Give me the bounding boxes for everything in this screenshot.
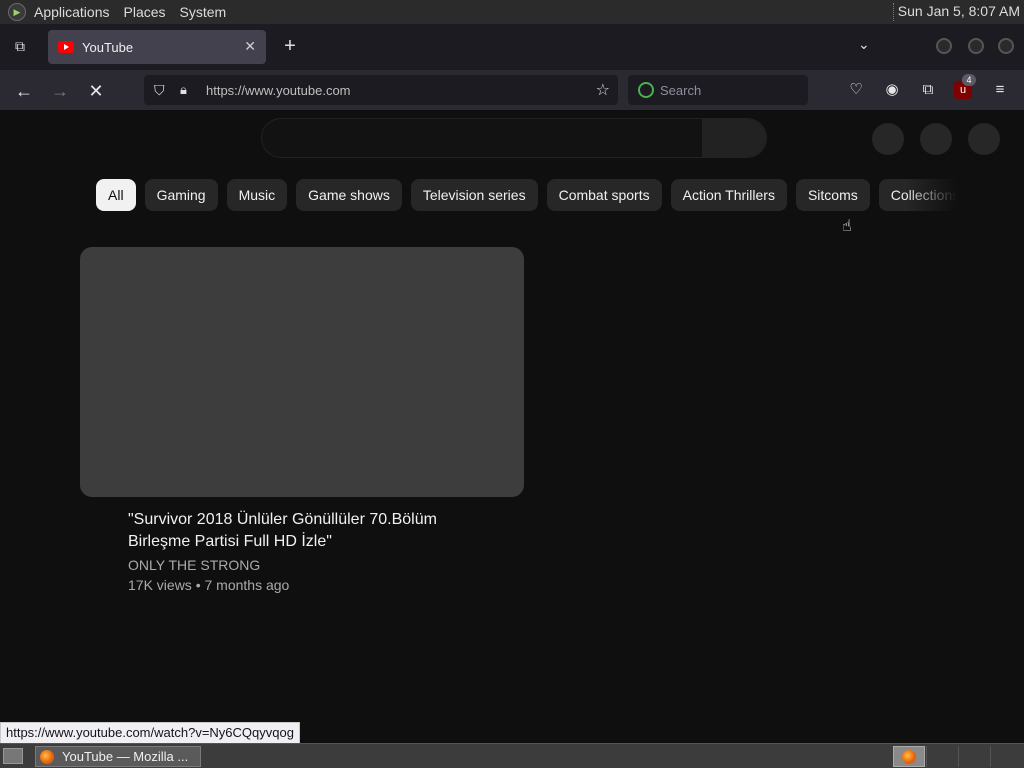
search-engine-icon[interactable] [638, 82, 654, 98]
youtube-page: All Gaming Music Game shows Television serie… [0, 110, 1024, 743]
new-tab-button[interactable]: + [280, 34, 300, 58]
show-desktop-icon[interactable] [3, 748, 23, 764]
chip-music[interactable]: Music [226, 179, 288, 211]
workspace-firefox-icon [902, 750, 916, 764]
youtube-search-button[interactable] [702, 119, 766, 157]
pocket-icon[interactable]: ♡ [845, 79, 867, 101]
tracking-shield-icon[interactable]: ⛉ [154, 82, 172, 99]
close-tab-icon[interactable]: ✕ [244, 38, 256, 55]
panel-separator [893, 3, 895, 21]
applications-menu[interactable]: Applications [34, 4, 110, 20]
search-placeholder: Search [660, 82, 702, 98]
placeholder-avatar[interactable] [968, 123, 1000, 155]
places-menu[interactable]: Places [124, 4, 166, 20]
tab-youtube[interactable]: YouTube ✕ [48, 30, 266, 64]
chip-game-shows[interactable]: Game shows [296, 179, 402, 211]
firefox-icon [40, 749, 54, 764]
taskbar-window-firefox[interactable]: YouTube — Mozilla ... [35, 746, 201, 767]
workspace-1[interactable] [893, 746, 925, 767]
lock-icon[interactable]: 🔒︎ [180, 82, 196, 98]
chip-television-series[interactable]: Television series [410, 179, 538, 211]
taskbar-window-title: YouTube — Mozilla ... [62, 749, 189, 764]
video-thumbnail[interactable] [80, 247, 524, 497]
workspace-3[interactable] [958, 746, 990, 767]
chips-fade-overlay [905, 179, 957, 211]
chip-combat-sports[interactable]: Combat sports [546, 179, 662, 211]
category-chips: All Gaming Music Game shows Television serie… [96, 179, 956, 211]
bottom-taskbar: YouTube — Mozilla ... [0, 743, 1024, 768]
clock[interactable]: Sun Jan 5, 8:07 AM [898, 3, 1020, 19]
youtube-search-box[interactable] [261, 118, 767, 158]
extensions-puzzle-icon[interactable]: ⧉ [917, 79, 939, 101]
navigation-toolbar: ← → ✕ ⛉ 🔒︎ https://www.youtube.com ☆ Sea… [0, 70, 1024, 110]
video-meta: 17K views • 7 months ago [128, 577, 290, 593]
extension-badge: 4 [962, 74, 976, 86]
tab-strip: ⧉ YouTube ✕ + ⌄ [0, 24, 1024, 70]
bookmark-star-icon[interactable]: ☆ [596, 80, 610, 100]
tab-overview-icon[interactable]: ⧉ [10, 38, 30, 56]
hand-cursor-icon: ☝ [842, 218, 852, 235]
workspace-2[interactable] [926, 746, 958, 767]
placeholder-button-2[interactable] [920, 123, 952, 155]
video-channel[interactable]: ONLY THE STRONG [128, 557, 260, 573]
distro-logo-icon[interactable]: ▶ [8, 3, 26, 21]
back-arrow-icon[interactable]: ← [13, 80, 35, 102]
workspace-4[interactable] [990, 746, 1022, 767]
chip-all[interactable]: All [96, 179, 136, 211]
minimize-window-button[interactable] [936, 38, 952, 54]
search-bar[interactable]: Search [628, 75, 808, 105]
url-bar[interactable]: ⛉ 🔒︎ https://www.youtube.com ☆ [144, 75, 618, 105]
forward-arrow-icon[interactable]: → [49, 80, 71, 102]
maximize-window-button[interactable] [968, 38, 984, 54]
youtube-favicon-icon [58, 41, 74, 53]
chip-sitcoms[interactable]: Sitcoms [795, 179, 870, 211]
hamburger-menu-icon[interactable]: ≡ [989, 79, 1011, 101]
status-link-preview: https://www.youtube.com/watch?v=Ny6CQqyv… [0, 722, 300, 744]
placeholder-button-1[interactable] [872, 123, 904, 155]
url-text[interactable]: https://www.youtube.com [206, 83, 351, 98]
system-top-panel: ▶ Applications Places System Sun Jan 5, … [0, 0, 1024, 24]
account-icon[interactable]: ◉ [881, 79, 903, 101]
system-menu[interactable]: System [180, 4, 227, 20]
list-all-tabs-chevron-icon[interactable]: ⌄ [858, 36, 870, 53]
video-title[interactable]: "Survivor 2018 Ünlüler Gönüllüler 70.Böl… [128, 509, 488, 553]
close-window-button[interactable] [998, 38, 1014, 54]
tab-title: YouTube [82, 39, 134, 55]
chip-action-thrillers[interactable]: Action Thrillers [670, 179, 787, 211]
chip-gaming[interactable]: Gaming [144, 179, 218, 211]
stop-loading-icon[interactable]: ✕ [85, 80, 107, 102]
